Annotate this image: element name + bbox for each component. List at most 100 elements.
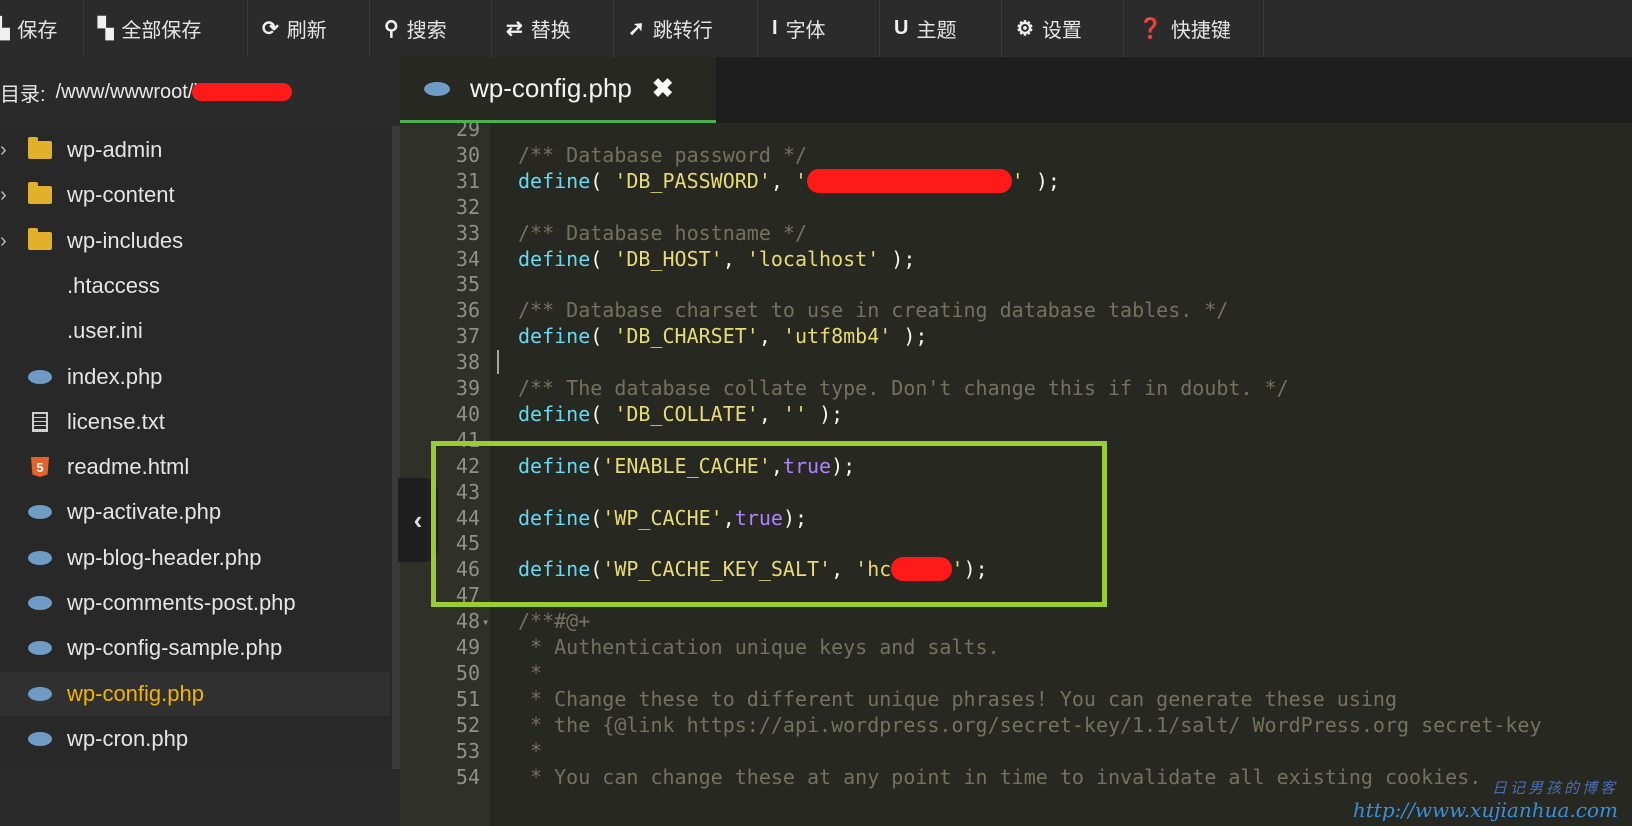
code-line: * You can change these at any point in t… [518,765,1481,789]
code-token: 'localhost' [746,247,880,271]
file-item[interactable]: wp-activate.php [0,490,390,534]
highlight-box [431,441,1107,607]
folder-item[interactable]: › wp-content [0,173,390,217]
code-token: 'utf8mb4' [782,324,892,348]
font-icon: I [772,17,778,39]
code-token: /**#@+ [518,609,591,633]
file-name: wp-cron.php [67,726,189,751]
toolbar-label: 跳转行 [652,20,713,42]
file-item[interactable]: wp-comments-post.php [0,581,390,625]
file-item[interactable]: .user.ini [0,309,390,353]
php-icon [26,500,54,524]
refresh-icon: ⟳ [262,18,279,40]
toolbar-label: 设置 [1041,20,1082,42]
code-line: define( 'DB_COLLATE', '' ); [518,402,843,426]
code-token: ' [1011,169,1024,193]
toolbar-button-7[interactable]: U 主题 [880,0,1002,57]
code-token: /** Database hostname */ [518,221,807,245]
toolbar-button-9[interactable]: ❓ 快捷键 [1124,0,1264,57]
line-number: 36 [455,298,480,322]
php-icon [424,81,450,96]
folder-item[interactable]: › wp-admin [0,128,390,172]
toolbar-label: 替换 [530,20,571,42]
toolbar-button-2[interactable]: ⟳ 刷新 [248,0,370,57]
line-number: 29 [455,123,480,141]
line-number: 54 [455,765,480,789]
file-name: wp-config-sample.php [67,635,283,660]
theme-icon: U [894,17,909,39]
path-bar: 目录: /www/wwwroot/l [0,57,400,127]
code-token: '' [782,402,808,426]
chevron-right-icon[interactable]: › [0,139,14,162]
help-icon: ❓ [1138,18,1163,40]
redaction-mark [807,169,1012,193]
line-number: 37 [455,324,480,348]
code-token: 'DB_COLLATE' [614,402,759,426]
file-item[interactable]: 5 readme.html [0,445,390,489]
folder-item[interactable]: › wp-includes [0,219,390,263]
file-item[interactable]: wp-config.php [0,672,390,716]
code-token: * Authentication unique keys and salts. [518,635,1000,659]
toolbar: ▙ 保存 ▚ 全部保存 ⟳ 刷新 ⚲ 搜索 ⇄ 替换 ➚ 跳转行 I 字体 U 主题 ⚙ 设置 ❓ 快捷键 [0,0,1632,58]
code-token: define [518,402,591,426]
folder-icon [26,182,54,207]
code-token: * [518,661,543,685]
code-token: define [518,324,591,348]
php-icon [26,365,54,389]
file-item[interactable]: wp-blog-header.php [0,536,390,580]
file-name: wp-admin [67,137,163,162]
line-number: 35 [455,272,480,296]
file-item[interactable]: .htaccess [0,264,390,308]
fold-toggle-icon[interactable]: ▾ [482,615,489,629]
chevron-right-icon[interactable]: › [0,230,14,253]
code-line: /** The database collate type. Don't cha… [518,376,1289,400]
line-number: 39 [455,376,480,400]
code-token: ( [590,324,615,348]
toolbar-label: 全部保存 [121,20,202,42]
code-token: 'DB_HOST' [614,247,723,271]
close-icon[interactable]: ✖ [652,73,674,104]
toolbar-label: 保存 [17,20,58,42]
search-icon: ⚲ [384,18,399,40]
tab-title: wp-config.php [470,73,632,103]
toolbar-button-3[interactable]: ⚲ 搜索 [370,0,492,57]
file-item[interactable]: license.txt [0,400,390,444]
code-line: /**#@+ [518,609,590,633]
php-icon [26,546,54,570]
line-number: 48 [455,609,480,633]
gear-icon: ⚙ [1016,18,1034,40]
chevron-right-icon[interactable]: › [0,184,14,207]
toolbar-button-6[interactable]: I 字体 [758,0,880,57]
file-name: .user.ini [67,318,143,343]
line-number: 34 [455,247,480,271]
toolbar-button-8[interactable]: ⚙ 设置 [1002,0,1124,57]
folder-icon [26,137,54,162]
toolbar-button-1[interactable]: ▚ 全部保存 [84,0,248,57]
sidebar-scrollbar[interactable] [392,126,400,769]
toolbar-label: 字体 [785,20,826,42]
file-name: index.php [67,364,163,389]
file-item[interactable]: index.php [0,355,390,399]
toolbar-button-4[interactable]: ⇄ 替换 [492,0,614,57]
code-token: define [518,247,591,271]
code-token: , [722,247,747,271]
toolbar-button-5[interactable]: ➚ 跳转行 [614,0,758,57]
path-value: /www/wwwroot/l [55,80,198,103]
file-item[interactable]: wp-cron.php [0,717,390,761]
code-token: * Change these to different unique phras… [518,687,1397,711]
toolbar-label: 快捷键 [1170,20,1231,42]
php-icon [26,727,54,751]
code-line: * the {@link https://api.wordpress.org/s… [518,713,1541,737]
goto-line-icon: ➚ [628,18,645,40]
tab-wp-config[interactable]: wp-config.php ✖ [400,57,716,123]
code-token: define [518,169,591,193]
toolbar-button-0[interactable]: ▙ 保存 [0,0,84,57]
code-token: ); [891,324,928,348]
file-item[interactable]: wp-config-sample.php [0,626,390,670]
save-all-icon: ▚ [98,18,114,40]
code-token: * You can change these at any point in t… [518,765,1482,789]
file-name: wp-activate.php [67,499,222,524]
text-file-icon [26,410,54,434]
code-token: * [518,739,543,763]
save-icon: ▙ [0,18,10,40]
